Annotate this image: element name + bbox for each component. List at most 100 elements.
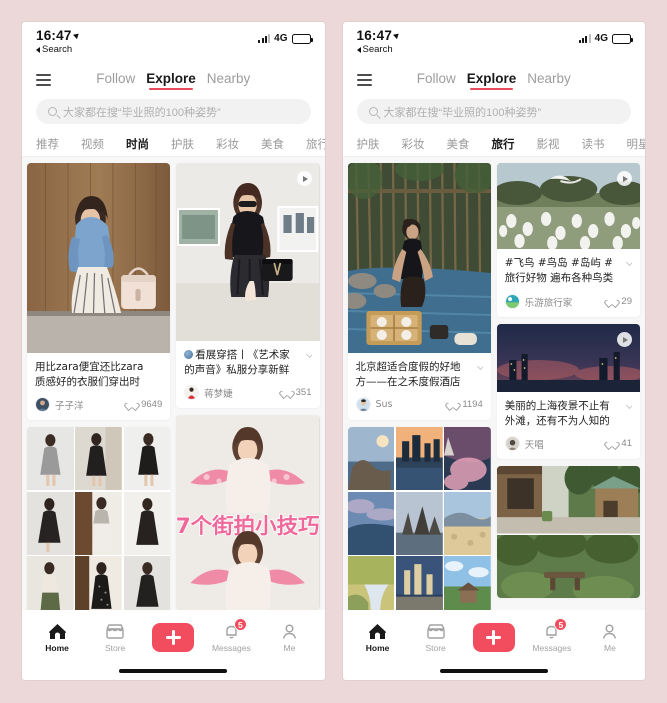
chevron-down-icon[interactable] bbox=[625, 401, 632, 410]
card-author[interactable]: 蒋梦婕 bbox=[184, 385, 233, 401]
chevron-down-icon[interactable] bbox=[476, 362, 483, 371]
category-shipin[interactable]: 视频 bbox=[81, 136, 104, 152]
heart-icon bbox=[448, 400, 458, 409]
tab-bar-left[interactable]: Home Store 5 Messages Me bbox=[22, 610, 325, 662]
like-count: 41 bbox=[621, 438, 632, 450]
play-icon[interactable] bbox=[617, 332, 632, 347]
card-body: 用比zara便宜还比zara质感好的衣服们穿出时 子子洋 9649 bbox=[27, 353, 170, 420]
feed-left[interactable]: 用比zara便宜还比zara质感好的衣服们穿出时 子子洋 9649 看展穿搭丨《… bbox=[22, 157, 325, 610]
tab-store[interactable]: Store bbox=[88, 622, 142, 653]
play-icon[interactable] bbox=[617, 171, 632, 186]
card-thumbnail[interactable] bbox=[496, 324, 640, 392]
tab-nearby[interactable]: Nearby bbox=[207, 71, 251, 89]
back-to-search-link[interactable]: Search bbox=[36, 45, 80, 55]
tab-nearby[interactable]: Nearby bbox=[527, 71, 571, 89]
like-group[interactable]: 29 bbox=[607, 296, 632, 307]
category-strip-left[interactable]: 推荐 视频 时尚 护肤 彩妆 美食 旅行 bbox=[22, 132, 325, 157]
search-input[interactable]: 大家都在搜“毕业照的100种姿势” bbox=[356, 99, 631, 124]
tab-follow[interactable]: Follow bbox=[96, 71, 135, 89]
card-author[interactable]: 乐游旅行家 bbox=[504, 294, 573, 309]
card-author[interactable]: 天唱 bbox=[504, 436, 544, 452]
feed-right[interactable]: 北京超适合度假的好地方——在之禾度假酒店 Sus 1194 #飞鸟 #鸟岛 #岛… bbox=[342, 157, 645, 610]
chevron-down-icon[interactable] bbox=[305, 350, 312, 359]
card-title: 北京超适合度假的好地方——在之禾度假酒店 bbox=[356, 360, 483, 390]
card-thumbnail[interactable] bbox=[27, 163, 171, 353]
back-to-search-link[interactable]: Search bbox=[356, 45, 401, 55]
category-hufu[interactable]: 护肤 bbox=[171, 136, 194, 152]
tab-label: Home bbox=[45, 643, 69, 653]
card-author[interactable]: Sus bbox=[355, 397, 393, 413]
category-meishi[interactable]: 美食 bbox=[447, 136, 470, 152]
card-thumbnail[interactable] bbox=[347, 163, 491, 353]
author-name: 乐游旅行家 bbox=[524, 297, 573, 309]
landscape-collage-grid-image bbox=[347, 427, 491, 610]
card-thumbnail[interactable] bbox=[496, 466, 640, 599]
avatar bbox=[184, 385, 200, 401]
category-dushu[interactable]: 读书 bbox=[582, 136, 605, 152]
store-icon bbox=[426, 622, 446, 640]
card-landscape-grid[interactable] bbox=[347, 427, 491, 610]
category-mingxing[interactable]: 明星 bbox=[627, 136, 646, 152]
card-body: 看展穿搭丨《艺术家的声音》私服分享新鲜 蒋梦婕 351 bbox=[176, 341, 319, 408]
tab-create[interactable] bbox=[146, 623, 200, 652]
card-street-tips[interactable]: 7个街拍小技巧 bbox=[176, 415, 320, 610]
category-tuijian[interactable]: 推荐 bbox=[36, 136, 59, 152]
plus-icon[interactable] bbox=[472, 623, 515, 652]
tab-label: Home bbox=[365, 643, 390, 653]
card-zara[interactable]: 用比zara便宜还比zara质感好的衣服们穿出时 子子洋 9649 bbox=[27, 163, 171, 421]
tab-home[interactable]: Home bbox=[351, 622, 405, 653]
card-art-exhibit[interactable]: 看展穿搭丨《艺术家的声音》私服分享新鲜 蒋梦婕 351 bbox=[176, 163, 320, 409]
heart-icon bbox=[127, 400, 137, 409]
like-group[interactable]: 1194 bbox=[448, 399, 482, 410]
dual-phone-mockup: 16:47 Search 4G Follow Explore Nearby 大家… bbox=[0, 0, 667, 703]
battery-icon bbox=[291, 33, 313, 44]
category-caizhuang[interactable]: 彩妆 bbox=[402, 136, 425, 152]
tab-messages[interactable]: 5 Messages bbox=[204, 618, 258, 653]
card-thumbnail[interactable] bbox=[496, 163, 640, 249]
tab-me[interactable]: Me bbox=[583, 622, 637, 653]
category-hufu[interactable]: 护肤 bbox=[357, 136, 380, 152]
card-thumbnail[interactable] bbox=[347, 427, 491, 610]
author-name: 蒋梦婕 bbox=[204, 388, 233, 400]
speech-emoji-icon bbox=[184, 350, 194, 359]
top-nav-tabs: Follow Explore Nearby bbox=[343, 71, 646, 90]
card-shanghai-night[interactable]: 美丽的上海夜景不止有外滩，还有不为人知的 天唱 41 bbox=[496, 324, 640, 460]
card-thumbnail[interactable] bbox=[176, 163, 320, 341]
category-strip-right[interactable]: 护肤 彩妆 美食 旅行 影视 读书 明星 bbox=[342, 132, 646, 157]
tab-home[interactable]: Home bbox=[30, 622, 84, 653]
like-group[interactable]: 9649 bbox=[127, 399, 162, 410]
play-icon[interactable] bbox=[296, 171, 312, 186]
tab-me[interactable]: Me bbox=[262, 622, 316, 653]
back-triangle-icon bbox=[356, 47, 361, 54]
card-bird-island[interactable]: #飞鸟 #鸟岛 #岛屿 #旅行好物 遍布各种鸟类的 乐游旅行家 29 bbox=[496, 163, 640, 317]
bell-icon: 5 bbox=[543, 618, 568, 640]
feed-column-left: 北京超适合度假的好地方——在之禾度假酒店 Sus 1194 bbox=[347, 163, 491, 610]
tab-explore[interactable]: Explore bbox=[146, 71, 196, 90]
avatar bbox=[35, 397, 50, 413]
category-meishi[interactable]: 美食 bbox=[261, 136, 284, 152]
card-author[interactable]: 子子洋 bbox=[35, 397, 84, 413]
card-dress-grid[interactable] bbox=[27, 427, 171, 610]
home-indicator-area bbox=[342, 662, 645, 680]
card-thumbnail[interactable]: 7个街拍小技巧 bbox=[176, 415, 320, 610]
tab-explore[interactable]: Explore bbox=[467, 71, 516, 90]
card-beijing-hotel[interactable]: 北京超适合度假的好地方——在之禾度假酒店 Sus 1194 bbox=[347, 163, 491, 421]
like-group[interactable]: 41 bbox=[607, 438, 632, 449]
chevron-down-icon[interactable] bbox=[625, 258, 632, 267]
tab-create[interactable] bbox=[467, 623, 521, 652]
category-lvxing[interactable]: 旅行 bbox=[306, 136, 325, 152]
tab-bar-right[interactable]: Home Store 5 Messages Me bbox=[342, 610, 645, 662]
tab-store[interactable]: Store bbox=[409, 622, 463, 653]
card-wood-house[interactable] bbox=[496, 466, 640, 599]
tab-messages[interactable]: 5 Messages bbox=[525, 618, 579, 653]
category-lvxing[interactable]: 旅行 bbox=[492, 136, 515, 152]
like-group[interactable]: 351 bbox=[282, 387, 312, 398]
category-yingshi[interactable]: 影视 bbox=[537, 136, 560, 152]
tab-follow[interactable]: Follow bbox=[417, 71, 456, 89]
category-shishang[interactable]: 时尚 bbox=[126, 136, 149, 152]
category-caizhuang[interactable]: 彩妆 bbox=[216, 136, 239, 152]
search-input[interactable]: 大家都在搜“毕业照的100种姿势” bbox=[36, 99, 311, 124]
card-thumbnail[interactable] bbox=[27, 427, 171, 610]
plus-icon[interactable] bbox=[152, 623, 195, 652]
home-icon bbox=[368, 622, 387, 640]
